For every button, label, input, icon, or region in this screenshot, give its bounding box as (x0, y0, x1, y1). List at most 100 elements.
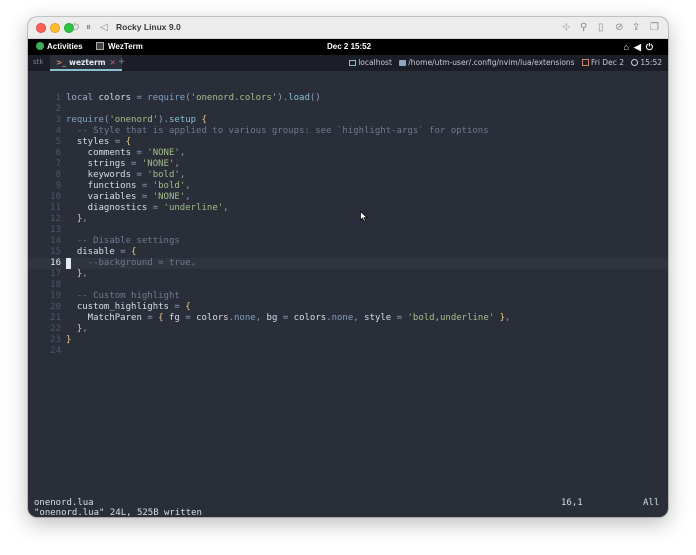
code-token: = (136, 170, 148, 180)
code-line[interactable]: 9 functions = 'bold', (28, 181, 668, 192)
date-segment: Fri Dec 2 (581, 58, 624, 67)
line-number: 18 (50, 280, 61, 290)
back-icon[interactable]: ◁ (100, 21, 108, 35)
calendar-icon (581, 59, 589, 66)
code-token: load (288, 93, 310, 103)
code-line[interactable]: 11 diagnostics = 'underline', (28, 203, 668, 214)
code-token: 'NONE' (147, 148, 180, 158)
app-menu[interactable]: WezTerm (96, 41, 143, 53)
write-message: "onenord.lua" 24L, 525B written (34, 508, 202, 518)
code-line[interactable]: 17 }, (28, 269, 668, 280)
code-token: styles (66, 137, 115, 147)
code-token: style (364, 313, 397, 323)
code-line[interactable]: 5 styles = { (28, 137, 668, 148)
code-line[interactable]: 14 -- Disable settings (28, 236, 668, 247)
time-segment: 15:52 (631, 58, 662, 67)
code-token: strings (66, 159, 132, 169)
code-line[interactable]: 20 custom_highlights = { (28, 302, 668, 313)
code-text: functions = 'bold', (66, 181, 191, 192)
system-tray[interactable]: ⌂◀⏻ (624, 41, 658, 53)
code-token: { (131, 247, 137, 257)
code-token: = (136, 148, 148, 158)
code-line[interactable]: 7 strings = 'NONE', (28, 159, 668, 170)
line-number: 11 (50, 203, 61, 213)
close-tab-icon[interactable]: ✕ (110, 58, 116, 67)
line-number: 15 (50, 247, 61, 257)
code-line[interactable]: 15 disable = { (28, 247, 668, 258)
code-text: comments = 'NONE', (66, 148, 186, 159)
display-icon[interactable]: ⊹ (562, 21, 570, 35)
code-line[interactable]: 21 MatchParen = { fg = colors.none, bg =… (28, 313, 668, 324)
code-token: = (114, 137, 126, 147)
code-line[interactable]: 22 }, (28, 324, 668, 335)
code-line[interactable]: 3 require('onenord').setup { (28, 115, 668, 126)
usb-icon[interactable]: ⚲ (580, 21, 587, 35)
pause-icon[interactable]: ⏸ (86, 21, 91, 35)
power-icon[interactable]: ⏻ (71, 21, 79, 35)
code-line[interactable]: 19 -- Custom highlight (28, 291, 668, 302)
code-token: = (141, 181, 153, 191)
minimize-window-button[interactable] (50, 23, 60, 33)
host-segment: localhost (349, 58, 392, 67)
code-line[interactable]: 1 local colors = require('onenord.colors'… (28, 93, 668, 104)
drive-icon[interactable]: ▯ (598, 21, 604, 35)
code-token: 'onenord' (109, 115, 159, 125)
vm-window: ⏻ ⏸ ◁ Rocky Linux 9.0 ⊹ ⚲ ▯ ⊘ ⇪ ❐ Activi… (28, 17, 668, 517)
code-line[interactable]: 12 }, (28, 214, 668, 225)
windows-icon[interactable]: ❐ (650, 21, 659, 35)
code-token: = (136, 93, 148, 103)
rocky-logo-icon (36, 42, 44, 50)
vm-titlebar: ⏻ ⏸ ◁ Rocky Linux 9.0 ⊹ ⚲ ▯ ⊘ ⇪ ❐ (28, 17, 668, 39)
monitor-icon (349, 60, 357, 66)
code-token: local (66, 93, 99, 103)
line-number: 21 (50, 313, 61, 323)
code-token: keywords (66, 170, 137, 180)
code-token: { (158, 313, 169, 323)
code-line[interactable]: 6 comments = 'NONE', (28, 148, 668, 159)
code-token: 'bold' (152, 181, 186, 191)
code-token: , (353, 313, 365, 323)
code-line[interactable]: 4 -- Style that is applied to various gr… (28, 126, 668, 137)
activities-label: Activities (47, 42, 83, 51)
vm-title: Rocky Linux 9.0 (116, 22, 181, 32)
code-line[interactable]: 2 (28, 104, 668, 115)
line-number: 8 (55, 170, 61, 180)
code-line[interactable]: 10 variables = 'NONE', (28, 192, 668, 203)
code-token: } (66, 214, 83, 224)
line-number: 14 (50, 236, 61, 246)
code-token: { (201, 115, 207, 125)
code-token: = (282, 313, 294, 323)
clock[interactable]: Dec 2 15:52 (327, 41, 371, 53)
code-line[interactable]: 24 (28, 346, 668, 357)
code-text: require('onenord').setup { (66, 115, 207, 126)
line-number: 6 (55, 148, 61, 158)
code-token: , (179, 170, 186, 180)
code-line[interactable]: 13 (28, 225, 668, 236)
settings-icon[interactable]: ⊘ (615, 21, 623, 35)
code-text: custom_highlights = { (66, 302, 191, 313)
code-token: comments (66, 148, 137, 158)
code-line[interactable]: 16 --background = true, (28, 258, 668, 269)
close-window-button[interactable] (36, 23, 46, 33)
network-icon: ⌂ (623, 42, 634, 52)
code-text: -- Disable settings (66, 236, 180, 247)
mouse-pointer-icon (360, 211, 368, 222)
share-icon[interactable]: ⇪ (632, 21, 640, 35)
nvim-editor[interactable]: 1 local colors = require('onenord.colors'… (28, 71, 668, 498)
activities-button[interactable]: Activities (36, 41, 83, 53)
statusline-scroll: All (643, 498, 660, 508)
code-token: colors (293, 313, 327, 323)
workspace-label: stk (33, 58, 44, 66)
code-token: , (82, 324, 88, 334)
folder-icon (399, 60, 407, 66)
code-token: = (147, 313, 159, 323)
code-line[interactable]: 18 (28, 280, 668, 291)
new-tab-button[interactable]: + (118, 57, 126, 67)
clock-icon (631, 59, 639, 66)
code-text: MatchParen = { fg = colors.none, bg = co… (66, 313, 511, 324)
code-line[interactable]: 8 keywords = 'bold', (28, 170, 668, 181)
code-token: = (396, 313, 408, 323)
tab-wezterm[interactable]: >_ wezterm ✕ (50, 55, 122, 71)
code-token: , (179, 148, 186, 158)
code-line[interactable]: 23} (28, 335, 668, 346)
